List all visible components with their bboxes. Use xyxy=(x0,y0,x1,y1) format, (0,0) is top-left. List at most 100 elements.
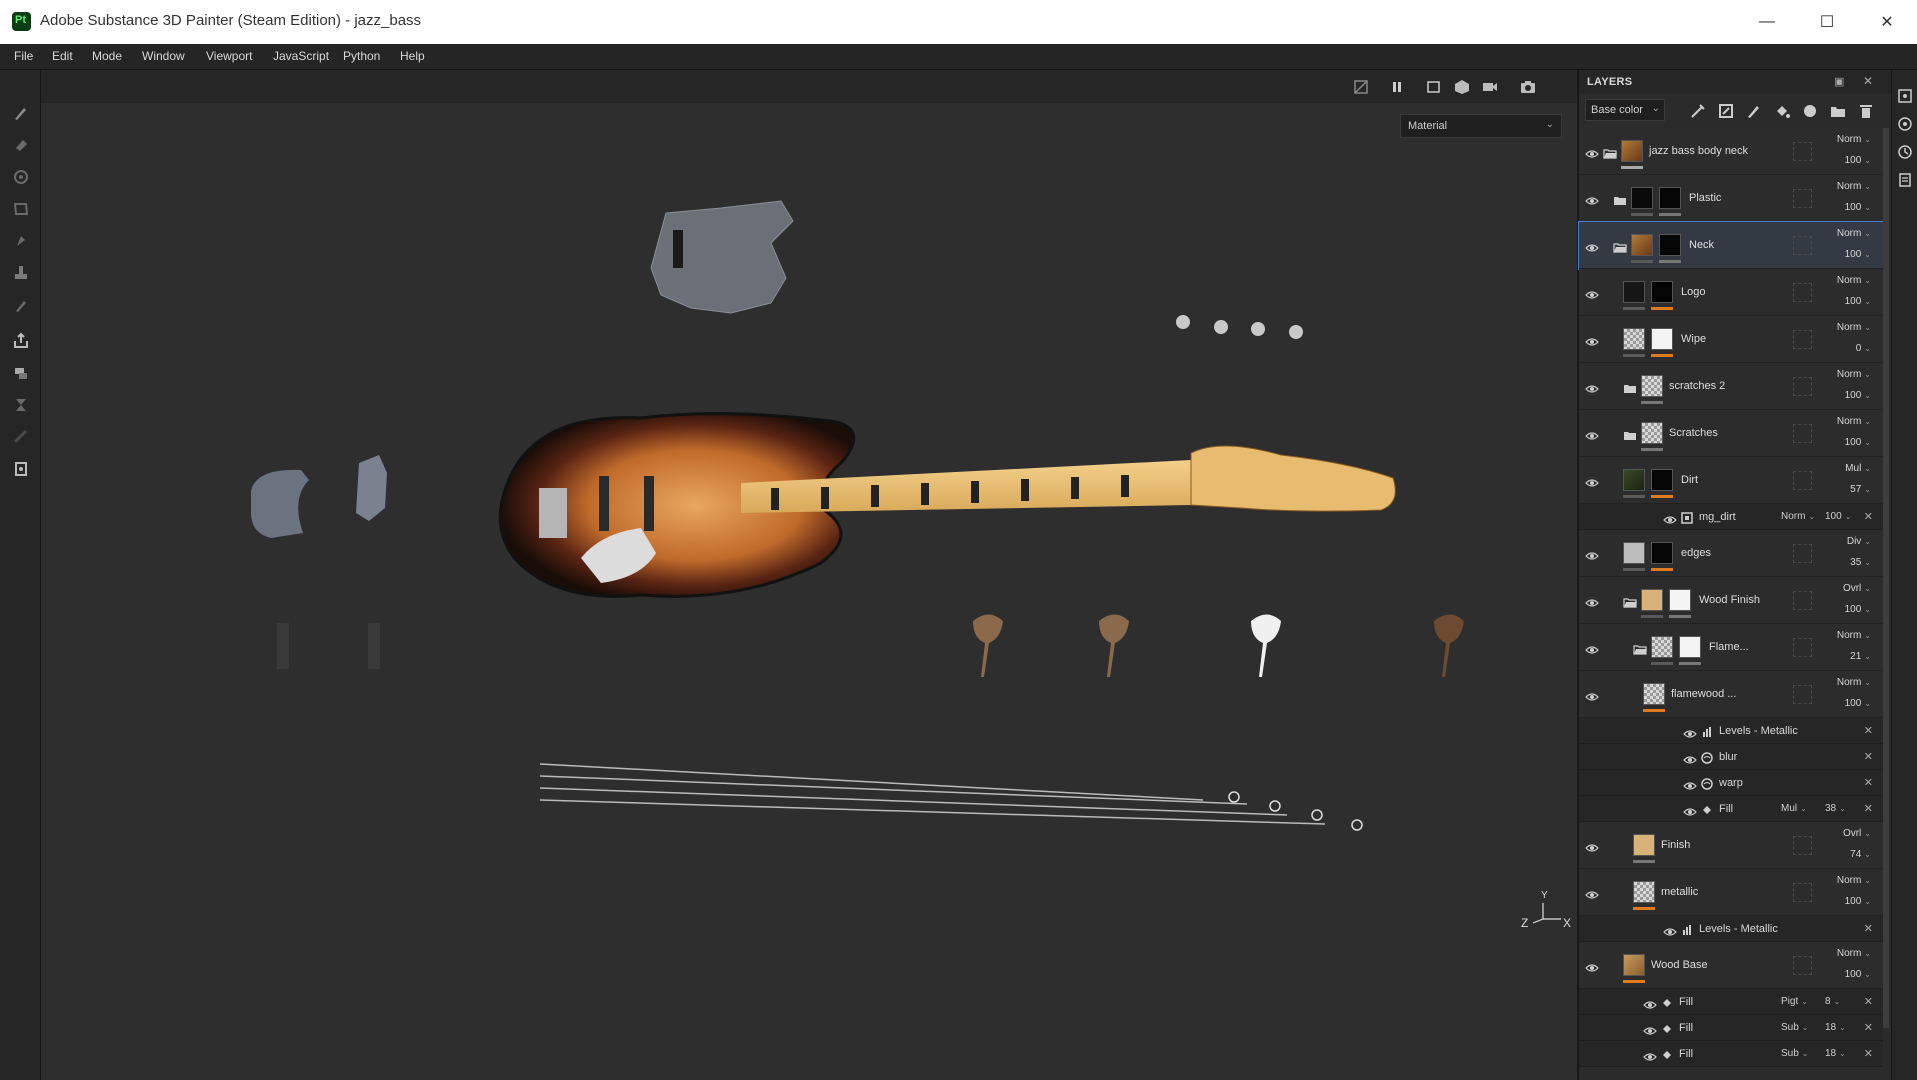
layer-row[interactable]: flamewood ... Norm ⌄ 100 ⌄ xyxy=(1579,671,1883,718)
layer-name[interactable]: Wood Finish xyxy=(1699,594,1760,606)
layer-drop-zone[interactable] xyxy=(1793,236,1812,255)
layer-drop-zone[interactable] xyxy=(1793,956,1812,975)
layer-name[interactable]: Logo xyxy=(1681,286,1705,298)
effect-name[interactable]: Fill xyxy=(1679,1048,1693,1060)
opacity-field[interactable]: 100 ⌄ xyxy=(1845,896,1871,907)
effect-name[interactable]: Levels - Metallic xyxy=(1719,725,1798,737)
layer-name[interactable]: edges xyxy=(1681,547,1711,559)
layer-name[interactable]: Dirt xyxy=(1681,474,1698,486)
visibility-eye-icon[interactable] xyxy=(1585,548,1599,560)
maximize-button[interactable]: ☐ xyxy=(1797,0,1857,44)
remove-effect-icon[interactable]: ✕ xyxy=(1864,750,1873,763)
opacity-field[interactable]: 100 ⌄ xyxy=(1845,202,1871,213)
effect-blend-mode[interactable]: Pigt ⌄ xyxy=(1781,996,1808,1007)
layer-drop-zone[interactable] xyxy=(1793,283,1812,302)
opacity-field[interactable]: 100 ⌄ xyxy=(1845,296,1871,307)
effect-row[interactable]: Fill Sub ⌄ 18 ⌄ ✕ xyxy=(1579,1041,1883,1067)
visibility-eye-icon[interactable] xyxy=(1643,1049,1657,1061)
channel-select[interactable]: Base color ⌄ xyxy=(1585,99,1665,121)
add-fill-layer-icon[interactable] xyxy=(1773,102,1791,120)
visibility-eye-icon[interactable] xyxy=(1585,689,1599,701)
layer-drop-zone[interactable] xyxy=(1793,424,1812,443)
layer-name[interactable]: jazz bass body neck xyxy=(1649,145,1748,157)
effect-opacity[interactable]: 38 ⌄ xyxy=(1825,803,1846,814)
layer-row[interactable]: metallic Norm ⌄ 100 ⌄ xyxy=(1579,869,1883,916)
opacity-field[interactable]: 74 ⌄ xyxy=(1850,849,1871,860)
opacity-field[interactable]: 100 ⌄ xyxy=(1845,390,1871,401)
camera-icon[interactable] xyxy=(1481,78,1499,96)
blend-mode-select[interactable]: Norm ⌄ xyxy=(1837,181,1871,192)
effect-name[interactable]: warp xyxy=(1719,777,1743,789)
layer-name[interactable]: Neck xyxy=(1689,239,1714,251)
layer-name[interactable]: scratches 2 xyxy=(1669,380,1725,392)
add-mask-icon[interactable] xyxy=(1717,102,1735,120)
3d-view-icon[interactable] xyxy=(1453,78,1471,96)
layer-drop-zone[interactable] xyxy=(1793,189,1812,208)
delete-layer-icon[interactable] xyxy=(1857,102,1875,120)
visibility-eye-icon[interactable] xyxy=(1643,1023,1657,1035)
layer-row[interactable]: Finish Ovrl ⌄ 74 ⌄ xyxy=(1579,822,1883,869)
layer-drop-zone[interactable] xyxy=(1793,142,1812,161)
visibility-eye-icon[interactable] xyxy=(1585,193,1599,205)
opacity-field[interactable]: 100 ⌄ xyxy=(1845,437,1871,448)
remove-effect-icon[interactable]: ✕ xyxy=(1864,510,1873,523)
menu-viewport[interactable]: Viewport xyxy=(206,49,252,63)
layer-row[interactable]: Neck Norm ⌄ 100 ⌄ xyxy=(1578,221,1884,270)
effect-row[interactable]: warp ✕ xyxy=(1579,770,1883,796)
opacity-field[interactable]: 35 ⌄ xyxy=(1850,557,1871,568)
effect-name[interactable]: Levels - Metallic xyxy=(1699,923,1778,935)
visibility-eye-icon[interactable] xyxy=(1585,287,1599,299)
layer-name[interactable]: flamewood ... xyxy=(1671,688,1736,700)
blend-mode-select[interactable]: Norm ⌄ xyxy=(1837,416,1871,427)
opacity-field[interactable]: 100 ⌄ xyxy=(1845,249,1871,260)
remove-effect-icon[interactable]: ✕ xyxy=(1864,802,1873,815)
pause-icon[interactable] xyxy=(1388,78,1406,96)
layer-drop-zone[interactable] xyxy=(1793,330,1812,349)
visibility-eye-icon[interactable] xyxy=(1585,840,1599,852)
visibility-eye-icon[interactable] xyxy=(1585,240,1599,252)
layer-row[interactable]: Plastic Norm ⌄ 100 ⌄ xyxy=(1579,175,1883,222)
effect-row[interactable]: mg_dirt Norm ⌄ 100 ⌄ ✕ xyxy=(1579,504,1883,530)
visibility-eye-icon[interactable] xyxy=(1683,726,1697,738)
layer-name[interactable]: Plastic xyxy=(1689,192,1721,204)
effect-row[interactable]: Levels - Metallic ✕ xyxy=(1579,916,1883,942)
effect-blend-mode[interactable]: Mul ⌄ xyxy=(1781,803,1807,814)
layer-name[interactable]: Wood Base xyxy=(1651,959,1708,971)
layer-name[interactable]: metallic xyxy=(1661,886,1698,898)
layer-row[interactable]: edges Div ⌄ 35 ⌄ xyxy=(1579,530,1883,577)
remove-effect-icon[interactable]: ✕ xyxy=(1864,776,1873,789)
eraser-icon[interactable] xyxy=(12,136,30,154)
visibility-eye-icon[interactable] xyxy=(1643,997,1657,1009)
layers-scrollbar[interactable] xyxy=(1883,128,1889,1028)
viewport-3d[interactable]: Material ⌄ Y Z X xyxy=(41,70,1577,1080)
folder-icon[interactable] xyxy=(1623,381,1637,393)
layer-name[interactable]: Flame... xyxy=(1709,641,1749,653)
effect-opacity[interactable]: 18 ⌄ xyxy=(1825,1048,1846,1059)
hourglass-icon[interactable] xyxy=(12,396,30,414)
menu-javascript[interactable]: JavaScript xyxy=(273,49,329,63)
remove-effect-icon[interactable]: ✕ xyxy=(1864,1047,1873,1060)
layer-row[interactable]: Dirt Mul ⌄ 57 ⌄ xyxy=(1579,457,1883,504)
effect-name[interactable]: blur xyxy=(1719,751,1737,763)
layer-drop-zone[interactable] xyxy=(1793,685,1812,704)
log-icon[interactable] xyxy=(1897,172,1913,188)
blend-mode-select[interactable]: Norm ⌄ xyxy=(1837,134,1871,145)
effect-row[interactable]: Fill Pigt ⌄ 8 ⌄ ✕ xyxy=(1579,989,1883,1015)
remove-effect-icon[interactable]: ✕ xyxy=(1864,724,1873,737)
screenshot-icon[interactable] xyxy=(1519,78,1537,96)
visibility-eye-icon[interactable] xyxy=(1683,752,1697,764)
remove-effect-icon[interactable]: ✕ xyxy=(1864,922,1873,935)
layer-row[interactable]: Wood Base Norm ⌄ 100 ⌄ xyxy=(1579,942,1883,989)
opacity-field[interactable]: 100 ⌄ xyxy=(1845,698,1871,709)
visibility-eye-icon[interactable] xyxy=(1683,804,1697,816)
visibility-eye-icon[interactable] xyxy=(1585,334,1599,346)
effect-blend-mode[interactable]: Sub ⌄ xyxy=(1781,1022,1809,1033)
blend-mode-select[interactable]: Norm ⌄ xyxy=(1837,275,1871,286)
layer-drop-zone[interactable] xyxy=(1793,591,1812,610)
visibility-eye-icon[interactable] xyxy=(1585,960,1599,972)
layer-drop-zone[interactable] xyxy=(1793,377,1812,396)
effect-opacity[interactable]: 100 ⌄ xyxy=(1825,511,1851,522)
blend-mode-select[interactable]: Norm ⌄ xyxy=(1837,369,1871,380)
layer-row[interactable]: scratches 2 Norm ⌄ 100 ⌄ xyxy=(1579,363,1883,410)
blend-mode-select[interactable]: Norm ⌄ xyxy=(1837,677,1871,688)
